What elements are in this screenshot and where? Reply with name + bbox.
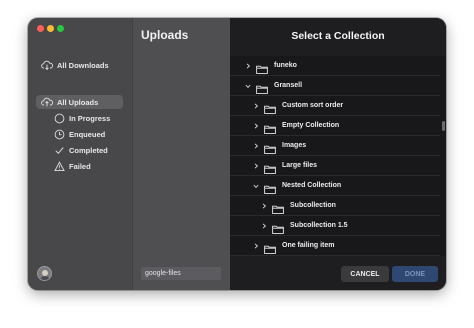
close-window-button[interactable] (37, 25, 44, 32)
cloud-download-icon (41, 59, 53, 71)
folder-icon (264, 241, 276, 254)
sidebar-item-all-uploads[interactable]: All Uploads (36, 95, 123, 109)
list-item[interactable]: Custom sort order (230, 96, 440, 116)
folder-icon (256, 81, 268, 94)
collection-list: funeko Gransell Custom sort order Empty … (230, 56, 446, 256)
warning-icon (53, 160, 65, 172)
sidebar-item-label: In Progress (69, 113, 111, 123)
chevron-right-icon[interactable] (252, 242, 260, 250)
collection-name: Large files (282, 162, 318, 169)
chevron-down-icon[interactable] (252, 182, 260, 190)
list-item[interactable]: Gransell (230, 76, 440, 96)
progress-circle-icon (53, 112, 65, 124)
collection-name: One failing item (282, 242, 335, 249)
sidebar-item-in-progress[interactable]: In Progress (48, 111, 118, 125)
folder-icon (264, 101, 276, 114)
sidebar: All Downloads All Uploads In Progress En… (28, 40, 132, 290)
list-item[interactable]: Nested Collection (230, 176, 440, 196)
checkmark-icon (53, 144, 65, 156)
sidebar-item-label: All Downloads (57, 60, 109, 70)
avatar[interactable] (37, 266, 52, 281)
chevron-right-icon[interactable] (252, 102, 260, 110)
cloud-upload-icon (41, 96, 53, 108)
list-item[interactable]: funeko (230, 56, 440, 76)
chevron-down-icon[interactable] (244, 82, 252, 90)
sidebar-item-all-downloads[interactable]: All Downloads (36, 58, 123, 72)
sidebar-item-label: All Uploads (57, 97, 99, 107)
collection-name: funeko (274, 62, 297, 69)
sidebar-item-label: Enqueued (69, 129, 106, 139)
collection-name: Empty Collection (282, 122, 340, 129)
chevron-right-icon[interactable] (252, 122, 260, 130)
folder-icon (272, 221, 284, 234)
dialog-title: Select a Collection (291, 30, 385, 42)
zoom-window-button[interactable] (57, 25, 64, 32)
sidebar-item-enqueued[interactable]: Enqueued (48, 127, 118, 141)
collection-field[interactable]: google-files (141, 267, 221, 280)
chevron-right-icon[interactable] (252, 142, 260, 150)
list-item[interactable]: One failing item (230, 236, 440, 256)
app-window: All Downloads All Uploads In Progress En… (28, 18, 446, 290)
collection-name: Nested Collection (282, 182, 342, 189)
uploads-panel: Uploads google-files (132, 18, 230, 290)
collection-name: Subcollection (290, 202, 336, 209)
folder-icon (264, 161, 276, 174)
collection-name: Custom sort order (282, 102, 344, 109)
folder-icon (272, 201, 284, 214)
collection-name: Images (282, 142, 307, 149)
dialog-header: Select a Collection (230, 18, 446, 52)
sidebar-item-label: Completed (69, 145, 108, 155)
list-item[interactable]: Subcollection (230, 196, 440, 216)
folder-icon (264, 121, 276, 134)
sidebar-item-completed[interactable]: Completed (48, 143, 118, 157)
scrollbar[interactable] (442, 121, 445, 131)
chevron-right-icon[interactable] (260, 202, 268, 210)
page-title: Uploads (141, 28, 189, 42)
clock-icon (53, 128, 65, 140)
list-item[interactable]: Large files (230, 156, 440, 176)
list-item[interactable]: Images (230, 136, 440, 156)
sidebar-item-failed[interactable]: Failed (48, 159, 118, 173)
collection-name: Gransell (274, 82, 303, 89)
chevron-right-icon[interactable] (244, 62, 252, 70)
list-item[interactable]: Subcollection 1.5 (230, 216, 440, 236)
chevron-right-icon[interactable] (252, 162, 260, 170)
list-item[interactable]: Empty Collection (230, 116, 440, 136)
folder-icon (264, 181, 276, 194)
sidebar-item-label: Failed (69, 161, 91, 171)
folder-icon (256, 61, 268, 74)
minimize-window-button[interactable] (47, 25, 54, 32)
select-collection-dialog: Select a Collection funeko Gransell Cust… (230, 18, 446, 290)
collection-name: Subcollection 1.5 (290, 222, 348, 229)
chevron-right-icon[interactable] (260, 222, 268, 230)
folder-icon (264, 141, 276, 154)
done-button[interactable]: DONE (392, 266, 438, 282)
cancel-button[interactable]: CANCEL (341, 266, 389, 282)
